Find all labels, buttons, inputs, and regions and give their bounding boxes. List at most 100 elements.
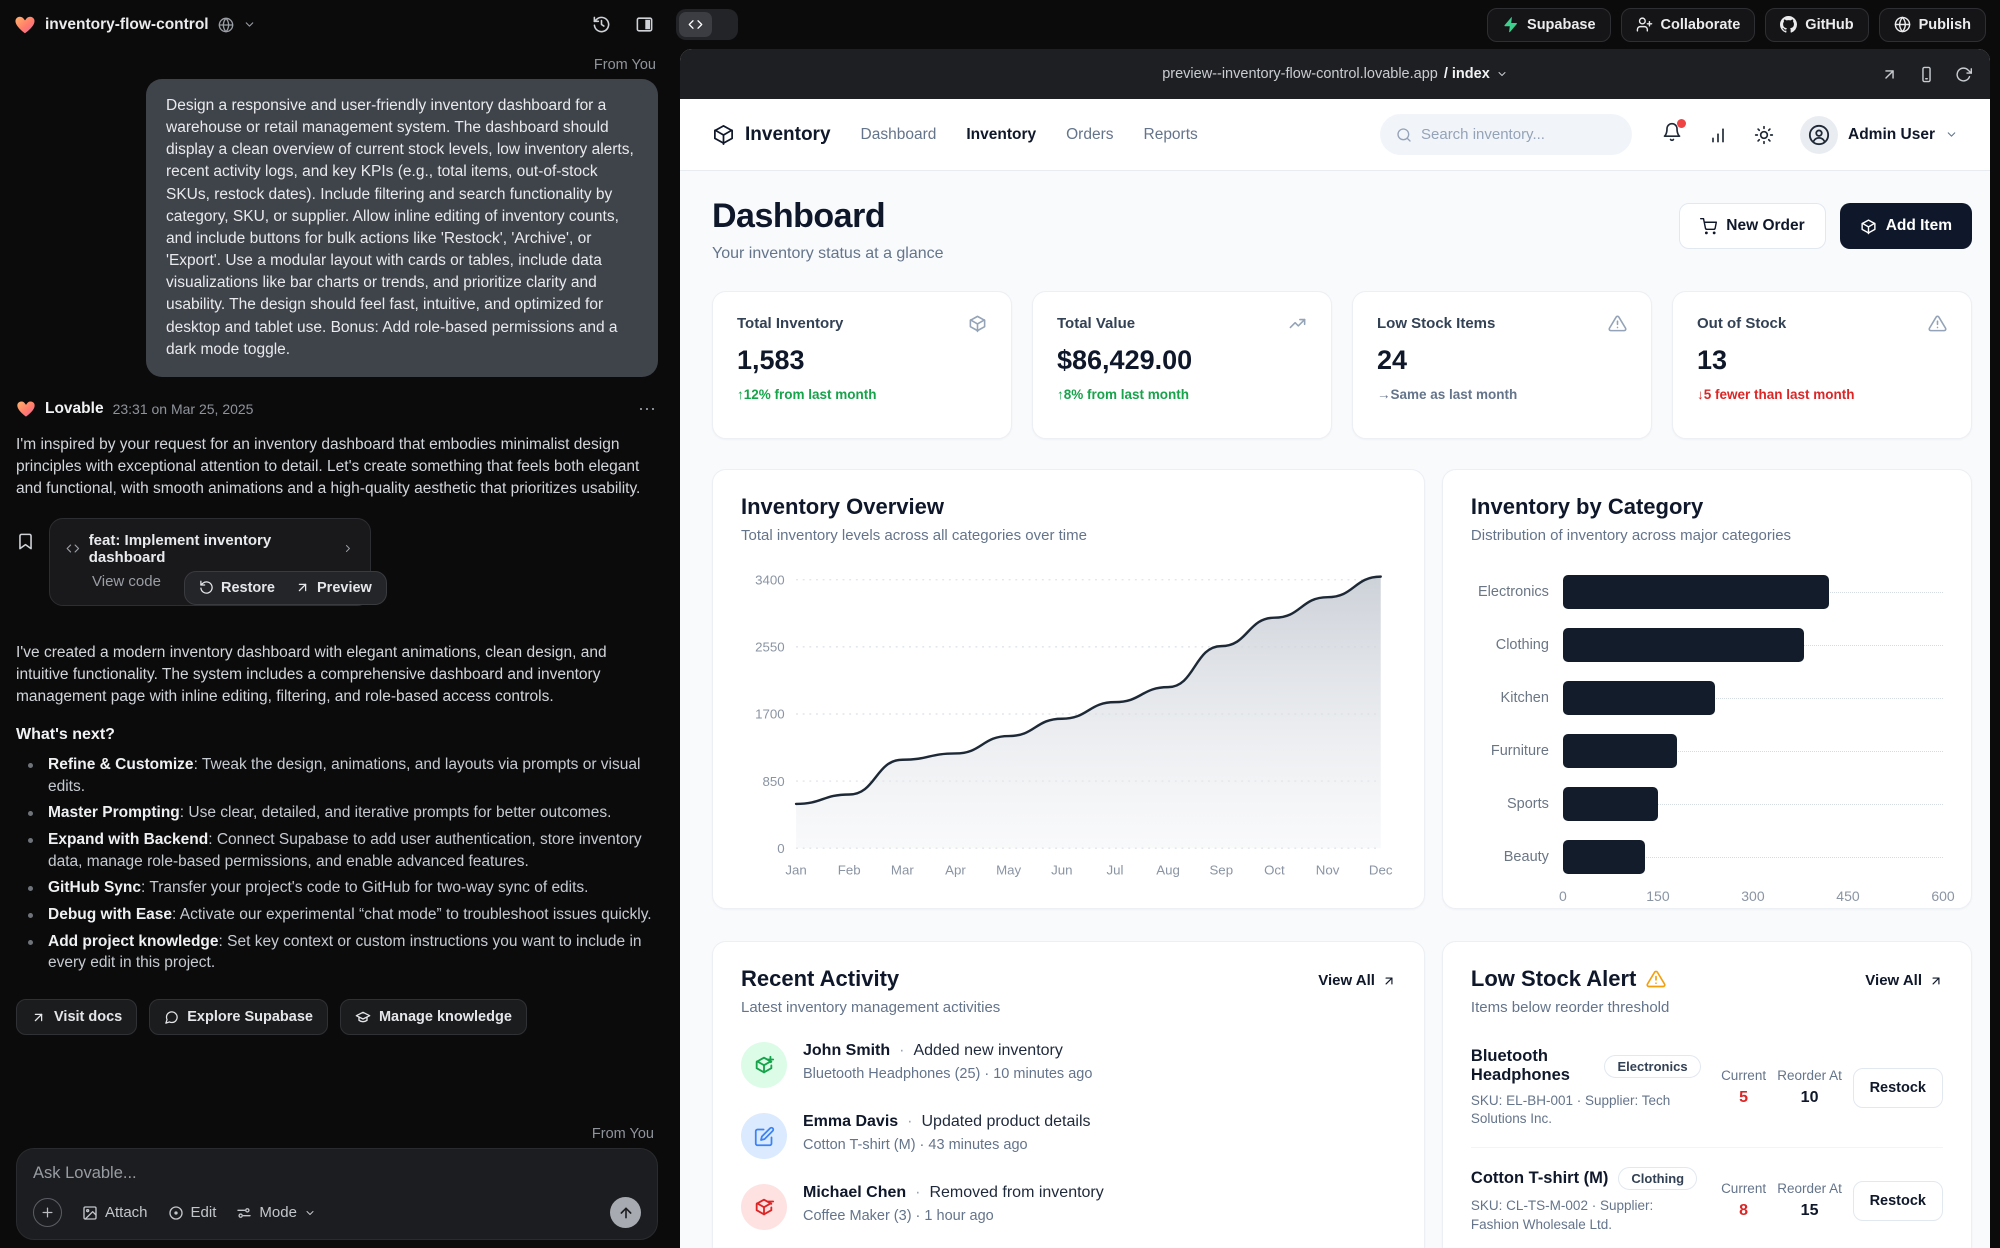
edit-button[interactable]: Edit — [168, 1204, 217, 1221]
chart-title: Inventory Overview — [741, 494, 1396, 520]
preview-url: preview--inventory-flow-control.lovable.… — [1162, 66, 1438, 82]
sun-icon[interactable] — [1754, 125, 1774, 145]
page-header: Dashboard Your inventory status at a gla… — [712, 197, 1972, 263]
svg-text:850: 850 — [763, 774, 785, 789]
search-box[interactable] — [1380, 114, 1632, 155]
kpi-value: $86,429.00 — [1057, 345, 1307, 376]
restock-button[interactable]: Restock — [1853, 1068, 1943, 1108]
manage-knowledge-button[interactable]: Manage knowledge — [340, 999, 527, 1035]
code-preview-toggle[interactable] — [676, 9, 738, 40]
recent-activity-card: Recent Activity Latest inventory managem… — [712, 941, 1425, 1248]
more-menu-icon[interactable]: ⋯ — [638, 399, 658, 420]
chat-input[interactable] — [33, 1164, 641, 1183]
plus-icon — [40, 1205, 55, 1220]
add-button[interactable] — [33, 1198, 62, 1227]
cart-icon — [1700, 218, 1717, 235]
package-icon — [1860, 218, 1877, 235]
whats-next-heading: What's next? — [16, 726, 658, 744]
svg-text:1700: 1700 — [755, 707, 785, 722]
chart-title: Inventory by Category — [1471, 494, 1943, 520]
open-external-icon[interactable] — [1881, 66, 1898, 83]
mobile-view-icon[interactable] — [1918, 66, 1935, 83]
explore-supabase-button[interactable]: Explore Supabase — [149, 999, 328, 1035]
user-circle-icon — [1808, 124, 1830, 146]
axis-tick: 0 — [1559, 888, 1567, 904]
arrow-up-right-icon — [1382, 974, 1396, 988]
publish-button[interactable]: Publish — [1879, 8, 1986, 42]
add-item-button[interactable]: Add Item — [1840, 203, 1972, 249]
chat-topbar-actions — [592, 0, 654, 49]
bar-row: Sports — [1471, 782, 1943, 825]
mode-selector[interactable]: Mode — [236, 1204, 316, 1221]
svg-text:May: May — [996, 863, 1021, 878]
svg-text:Feb: Feb — [838, 863, 861, 878]
send-button[interactable] — [610, 1197, 641, 1228]
history-icon[interactable] — [592, 15, 611, 34]
attach-button[interactable]: Attach — [82, 1204, 148, 1221]
nav-orders[interactable]: Orders — [1066, 126, 1113, 144]
search-input[interactable] — [1421, 126, 1601, 143]
svg-text:Dec: Dec — [1369, 863, 1393, 878]
svg-text:Aug: Aug — [1156, 863, 1180, 878]
nav-inventory[interactable]: Inventory — [966, 126, 1036, 144]
bookmark-icon[interactable] — [16, 532, 35, 551]
user-menu[interactable]: Admin User — [1800, 116, 1958, 154]
supabase-button[interactable]: Supabase — [1487, 8, 1611, 42]
edit-icon — [754, 1126, 775, 1147]
refresh-icon[interactable] — [1955, 66, 1972, 83]
nav-icon-group: Admin User — [1662, 116, 1958, 154]
lovable-heart-icon — [14, 14, 36, 36]
kpi-value: 24 — [1377, 345, 1627, 376]
from-you-label: From You — [16, 57, 656, 73]
svg-text:Oct: Oct — [1264, 863, 1285, 878]
project-name: inventory-flow-control — [45, 16, 209, 34]
app-brand[interactable]: Inventory — [712, 123, 831, 146]
activity-list: John Smith·Added new inventory Bluetooth… — [741, 1042, 1396, 1248]
code-icon — [66, 541, 80, 556]
preview-path: / index — [1444, 66, 1490, 82]
bar-chart-icon[interactable] — [1708, 125, 1728, 145]
restock-button[interactable]: Restock — [1853, 1181, 1943, 1221]
kpi-card-out-of-stock: Out of Stock 13 ↓5 fewer than last month — [1672, 291, 1972, 439]
topbar: inventory-flow-control Supabase Collabor… — [0, 0, 2000, 49]
chevron-right-icon — [342, 542, 354, 555]
bar-label: Clothing — [1471, 637, 1563, 653]
low-stock-alert-card: Low Stock Alert Items below reorder thre… — [1442, 941, 1972, 1248]
category-badge: Clothing — [1618, 1167, 1697, 1190]
restore-button[interactable]: Restore — [199, 580, 275, 596]
github-button[interactable]: GitHub — [1765, 8, 1868, 42]
svg-text:0: 0 — [777, 841, 784, 856]
kpi-row: Total Inventory 1,583 ↑12% from last mon… — [712, 291, 1972, 439]
kpi-card-total-inventory: Total Inventory 1,583 ↑12% from last mon… — [712, 291, 1012, 439]
bar-row: Kitchen — [1471, 676, 1943, 719]
preview-button[interactable]: Preview — [295, 580, 372, 596]
svg-text:Apr: Apr — [945, 863, 966, 878]
message-circle-icon — [164, 1010, 179, 1025]
visit-docs-button[interactable]: Visit docs — [16, 999, 137, 1035]
nav-reports[interactable]: Reports — [1144, 126, 1198, 144]
chart-subtitle: Distribution of inventory across major c… — [1471, 527, 1943, 544]
notifications-button[interactable] — [1662, 122, 1682, 147]
image-icon — [82, 1205, 98, 1221]
section-title: Recent Activity — [741, 966, 1000, 992]
view-all-link[interactable]: View All — [1318, 972, 1396, 989]
panel-icon[interactable] — [635, 15, 654, 34]
arrow-up-icon — [618, 1205, 634, 1221]
url-bar[interactable]: preview--inventory-flow-control.lovable.… — [1162, 66, 1508, 82]
whats-next-list: Refine & Customize: Tweak the design, an… — [22, 754, 658, 979]
new-order-button[interactable]: New Order — [1679, 203, 1825, 249]
section-subtitle: Latest inventory management activities — [741, 999, 1000, 1016]
nav-dashboard[interactable]: Dashboard — [861, 126, 937, 144]
kpi-delta: ↑12% from last month — [737, 387, 987, 402]
chat-panel: From You Design a responsive and user-fr… — [0, 49, 680, 1248]
collaborate-button[interactable]: Collaborate — [1621, 8, 1756, 42]
activity-row: Michael Chen·Removed from inventory Coff… — [741, 1184, 1396, 1230]
view-all-link[interactable]: View All — [1865, 972, 1943, 989]
github-icon — [1780, 16, 1797, 33]
project-menu[interactable]: inventory-flow-control — [14, 14, 256, 36]
page-title: Dashboard — [712, 197, 944, 236]
commit-block: feat: Implement inventory dashboard View… — [16, 518, 658, 606]
bar-label: Sports — [1471, 796, 1563, 812]
preview-window: preview--inventory-flow-control.lovable.… — [680, 49, 1990, 1248]
browser-chrome: preview--inventory-flow-control.lovable.… — [680, 49, 1990, 99]
